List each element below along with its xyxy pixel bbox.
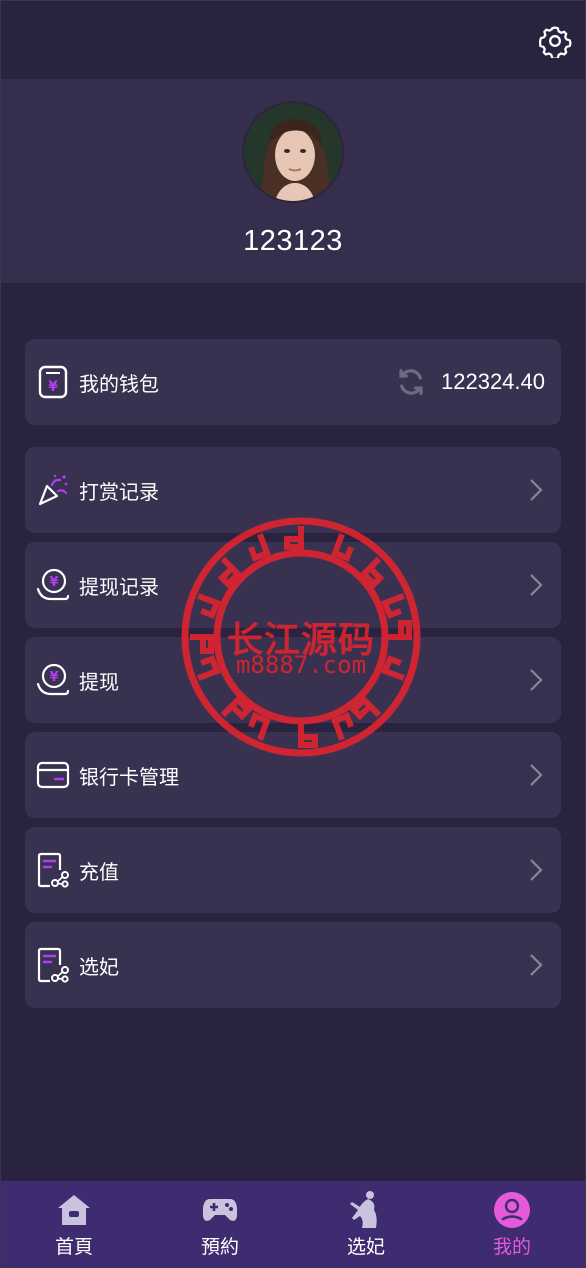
menu-item-label: 充值	[79, 859, 119, 884]
gamepad-icon	[200, 1190, 240, 1230]
top-bar	[1, 1, 585, 79]
wallet-amount: 122324.40	[441, 369, 545, 394]
party-popper-icon	[35, 472, 71, 508]
dancer-icon	[346, 1190, 386, 1230]
svg-text:¥: ¥	[49, 670, 58, 685]
menu-item-withdraw[interactable]: ¥ 提现	[25, 637, 561, 723]
menu-item-label: 提现记录	[79, 574, 159, 599]
wallet-label: 我的钱包	[79, 371, 159, 396]
document-share-icon	[35, 852, 71, 888]
yuan-hand-icon: ¥	[35, 662, 71, 698]
tab-mine[interactable]: 我的	[457, 1190, 567, 1259]
tab-label: 选妃	[346, 1235, 385, 1258]
menu-item-label: 提现	[79, 669, 119, 694]
menu-item-bank-card[interactable]: 银行卡管理	[25, 732, 561, 818]
settings-button[interactable]	[537, 23, 573, 59]
tab-label: 預約	[200, 1235, 239, 1258]
tab-label: 我的	[492, 1235, 531, 1258]
menu-item-select-concubine[interactable]: 选妃	[25, 922, 561, 1008]
chevron-right-icon	[530, 859, 543, 881]
bottom-tab-bar: 首頁 預約 选妃 我的	[1, 1181, 585, 1267]
avatar[interactable]	[242, 101, 344, 203]
profile-header: 123123	[1, 79, 585, 283]
profile-page: 123123 ¥ 我的钱包 122324.40 打赏记录 ¥ 提现记录 ¥ 提现…	[0, 0, 586, 1268]
wallet-card[interactable]: ¥ 我的钱包 122324.40	[25, 339, 561, 425]
yuan-hand-icon: ¥	[35, 567, 71, 603]
user-icon	[492, 1190, 532, 1230]
menu-item-label: 打赏记录	[79, 479, 159, 504]
svg-text:¥: ¥	[49, 575, 58, 590]
gear-icon	[538, 26, 572, 58]
menu-item-withdraw-records[interactable]: ¥ 提现记录	[25, 542, 561, 628]
chevron-right-icon	[530, 574, 543, 596]
tab-booking[interactable]: 預約	[165, 1190, 275, 1259]
chevron-right-icon	[530, 764, 543, 786]
avatar-image	[244, 103, 342, 201]
document-share-icon	[35, 947, 71, 983]
menu-list: ¥ 我的钱包 122324.40 打赏记录 ¥ 提现记录 ¥ 提现 银行卡管理 …	[1, 283, 585, 1008]
tab-label: 首頁	[54, 1235, 93, 1258]
wallet-balance: 122324.40	[395, 366, 545, 398]
menu-item-recharge[interactable]: 充值	[25, 827, 561, 913]
home-icon	[54, 1190, 94, 1230]
chevron-right-icon	[530, 669, 543, 691]
tab-home[interactable]: 首頁	[19, 1190, 129, 1259]
refresh-icon[interactable]	[395, 366, 427, 398]
chevron-right-icon	[530, 479, 543, 501]
menu-item-label: 银行卡管理	[79, 764, 179, 789]
bank-card-icon	[35, 757, 71, 793]
username: 123123	[243, 225, 343, 257]
menu-item-label: 选妃	[79, 954, 119, 979]
wallet-icon: ¥	[35, 364, 71, 400]
tab-select[interactable]: 选妃	[311, 1190, 421, 1259]
menu-item-reward-records[interactable]: 打赏记录	[25, 447, 561, 533]
svg-text:¥: ¥	[48, 379, 58, 395]
chevron-right-icon	[530, 954, 543, 976]
